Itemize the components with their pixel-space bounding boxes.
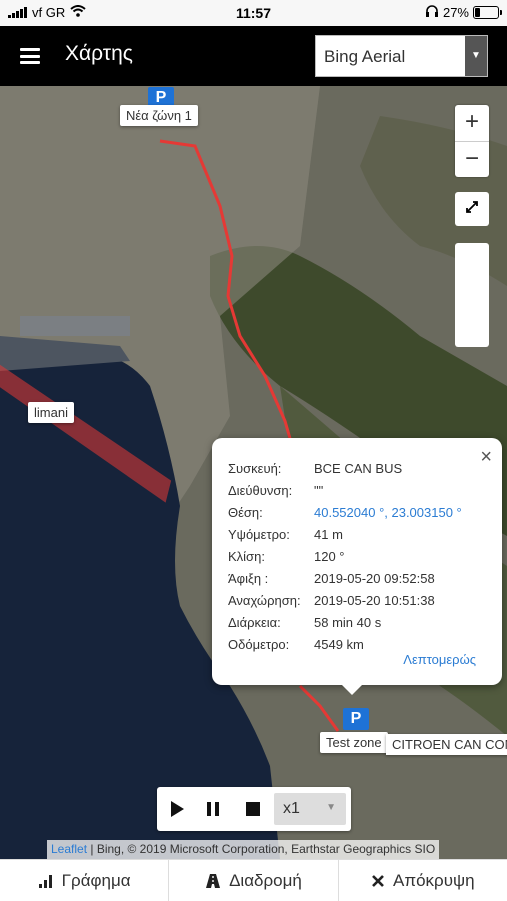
popup-row-value[interactable]: 40.552040 °, 23.003150 ° (314, 502, 462, 524)
bottom-bar: Γράφημα Διαδρομή Απόκρυψη (0, 859, 507, 901)
road-icon (206, 873, 221, 888)
popup-row: Συσκευή: BCE CAN BUS (228, 458, 462, 480)
popup-row-value: 58 min 40 s (314, 615, 382, 630)
leaflet-link[interactable]: Leaflet (51, 842, 87, 856)
map-layer-value: Bing Aerial (324, 47, 406, 66)
attribution-text: | Bing, © 2019 Microsoft Corporation, Ea… (87, 842, 436, 856)
popup-row: Διάρκεια: 58 min 40 s (228, 612, 462, 634)
speed-select[interactable]: x1 ▼ (274, 793, 346, 825)
route-button[interactable]: Διαδρομή (169, 860, 339, 901)
popup-row: Θέση: 40.552040 °, 23.003150 ° (228, 502, 462, 524)
play-icon[interactable] (167, 799, 187, 819)
popup-row-value: 41 m (314, 527, 343, 542)
popup-row-value: 4549 km (314, 637, 364, 652)
zone-label-limani: limani (28, 402, 74, 423)
close-icon[interactable]: × (480, 446, 492, 469)
popup-row: Αναχώρηση: 2019-05-20 10:51:38 (228, 590, 462, 612)
battery-icon (473, 6, 502, 19)
app-bar: Χάρτης Bing Aerial ▼ (0, 26, 507, 86)
chevron-down-icon: ▼ (326, 802, 336, 813)
vehicle-label: CITROEN CAN CON (386, 734, 507, 755)
popup-row-key: Διεύθυνση: (228, 483, 293, 498)
chevron-down-icon: ▼ (465, 36, 487, 76)
page-title: Χάρτης (65, 42, 133, 65)
popup-row-value: BCE CAN BUS (314, 461, 403, 476)
graph-button[interactable]: Γράφημα (0, 860, 170, 901)
fullscreen-button[interactable] (455, 192, 489, 226)
playback-controls: x1 ▼ (157, 787, 351, 831)
details-link[interactable]: Λεπτομερώς (403, 652, 476, 667)
popup-row-key: Άφιξη : (228, 571, 269, 586)
popup-row-value: "" (314, 483, 324, 498)
popup-row-key: Κλίση: (228, 549, 265, 564)
stop-icon[interactable] (243, 799, 263, 819)
parking-marker-bottom[interactable]: P (343, 708, 369, 730)
popup-row-key: Αναχώρηση: (228, 593, 301, 608)
hide-button[interactable]: Απόκρυψη (339, 860, 507, 901)
zone-label-test: Test zone (320, 732, 388, 753)
popup-row-key: Θέση: (228, 505, 263, 520)
close-icon (372, 874, 384, 887)
battery-percent: 27% (442, 5, 469, 20)
zoom-out-button[interactable]: − (455, 142, 489, 178)
popup-row-value: 2019-05-20 09:52:58 (314, 571, 435, 586)
timeline-slider[interactable] (455, 243, 489, 347)
device-info-popup: × Συσκευή: BCE CAN BUS Διεύθυνση: "" Θέση: 40… (212, 438, 502, 695)
zone-label-top: Νέα ζώνη 1 (120, 105, 198, 126)
popup-row-key: Οδόμετρο: (228, 637, 290, 652)
pause-icon[interactable] (203, 799, 223, 819)
hide-label: Απόκρυψη (393, 870, 475, 890)
bar-chart-icon (38, 874, 52, 888)
headphones-icon (425, 5, 439, 20)
menu-icon[interactable] (20, 48, 40, 64)
popup-row: Άφιξη : 2019-05-20 09:52:58 (228, 568, 462, 590)
zoom-control: + − (455, 105, 489, 177)
graph-label: Γράφημα (61, 870, 131, 890)
popup-row: Κλίση: 120 ° (228, 546, 462, 568)
status-bar: vf GR 11:57 27% (0, 0, 507, 26)
popup-row-value: 120 ° (314, 549, 345, 564)
route-label: Διαδρομή (229, 870, 302, 890)
popup-rows: Συσκευή: BCE CAN BUS Διεύθυνση: "" Θέση: 40.5… (228, 458, 462, 656)
popup-row-key: Συσκευή: (228, 461, 282, 476)
map-attribution: Leaflet | Bing, © 2019 Microsoft Corpora… (47, 840, 440, 859)
popup-row-value: 2019-05-20 10:51:38 (314, 593, 435, 608)
popup-row-key: Διάρκεια: (228, 615, 281, 630)
expand-icon (466, 201, 478, 213)
zoom-in-button[interactable]: + (455, 105, 489, 142)
speed-value: x1 (283, 800, 300, 817)
popup-row: Υψόμετρο: 41 m (228, 524, 462, 546)
map-layer-select[interactable]: Bing Aerial ▼ (315, 35, 488, 77)
popup-row: Διεύθυνση: "" (228, 480, 462, 502)
popup-row-key: Υψόμετρο: (228, 527, 290, 542)
